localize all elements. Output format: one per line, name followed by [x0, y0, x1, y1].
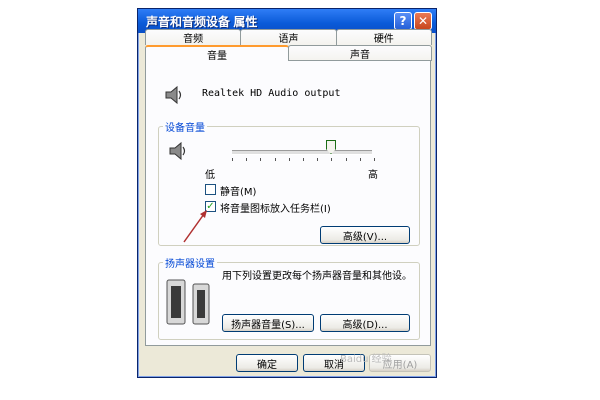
slider-tick [232, 158, 233, 161]
speaker-icon [165, 85, 182, 105]
speaker-volume-button[interactable]: 扬声器音量(S)... [222, 314, 314, 332]
slider-tick [289, 158, 290, 161]
slider-tick [275, 158, 276, 161]
low-label: 低 [205, 170, 215, 181]
ok-button[interactable]: 确定 [236, 354, 298, 372]
mute-checkbox[interactable] [205, 184, 216, 195]
high-label: 高 [368, 170, 378, 181]
device-advanced-button[interactable]: 高级(V)... [320, 226, 410, 244]
slider-tick [360, 158, 361, 161]
slider-tick [346, 158, 347, 161]
window-title: 声音和音频设备 属性 [146, 14, 258, 29]
slider-tick [260, 158, 261, 161]
speaker-advanced-button[interactable]: 高级(D)... [320, 314, 410, 332]
slider-tick [303, 158, 304, 161]
close-button[interactable]: ✕ [414, 12, 432, 30]
tab-row-front: 音量 声音 [145, 45, 432, 62]
speaker-settings-label: 扬声器设置 [163, 255, 217, 270]
slider-tick [246, 158, 247, 161]
tab-volume[interactable]: 音量 [145, 45, 289, 62]
slider-tick [317, 158, 318, 161]
speaker-description: 用下列设置更改每个扬声器音量和其他设。 [222, 271, 412, 282]
device-volume-label: 设备音量 [163, 119, 207, 134]
annotation-arrow [183, 210, 207, 243]
volume-slider-track[interactable] [232, 150, 372, 155]
device-name: Realtek HD Audio output [202, 88, 341, 99]
watermark: Baidu 经验 [340, 354, 392, 365]
help-button[interactable]: ? [394, 12, 412, 30]
tab-row-back: 音频 语声 硬件 [145, 29, 432, 45]
tab-audio[interactable]: 音频 [145, 29, 242, 45]
tab-hardware[interactable]: 硬件 [335, 29, 432, 45]
taskbar-icon-label: 将音量图标放入任务栏(I) [220, 204, 331, 215]
slider-tick [374, 158, 375, 161]
volume-speaker-icon [169, 141, 186, 161]
speakers-icon [166, 279, 210, 325]
tab-sounds[interactable]: 声音 [288, 45, 432, 61]
tab-voice[interactable]: 语声 [240, 29, 337, 45]
slider-tick [331, 158, 332, 161]
mute-label: 静音(M) [220, 187, 257, 198]
